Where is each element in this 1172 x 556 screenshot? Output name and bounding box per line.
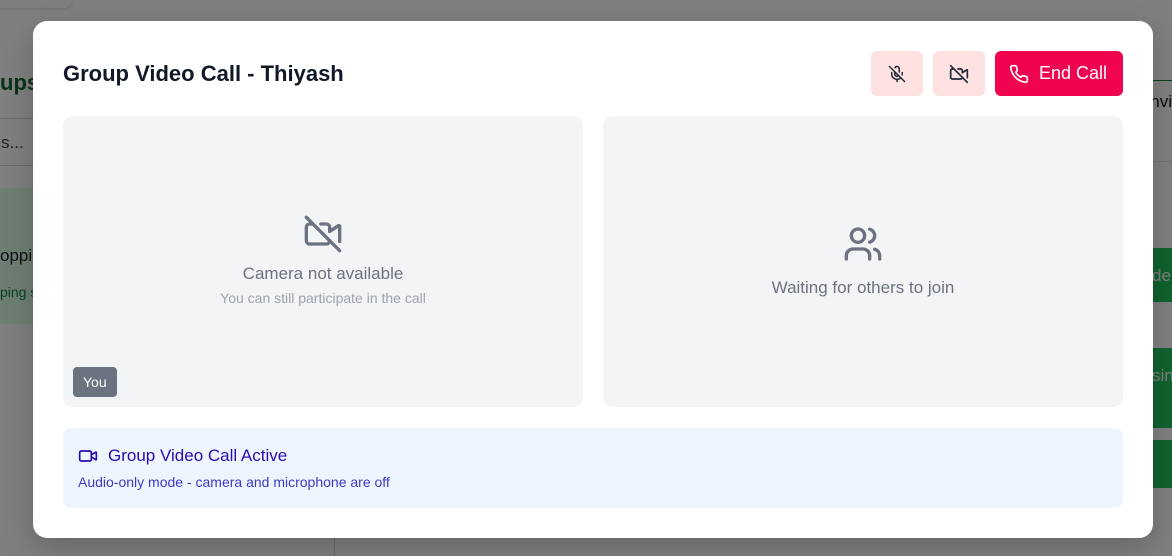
call-controls: End Call [870, 51, 1123, 96]
mic-off-icon [888, 65, 906, 82]
you-badge: You [73, 367, 117, 397]
video-off-icon [304, 215, 342, 253]
video-icon [78, 450, 98, 462]
camera-unavailable-text: Camera not available [242, 264, 404, 283]
participants-tile: Waiting for others to join [603, 116, 1123, 407]
end-call-label: End Call [1038, 63, 1107, 83]
self-video-placeholder: Camera not available You can still parti… [63, 214, 583, 306]
waiting-text: Waiting for others to join [771, 278, 955, 297]
waiting-placeholder: Waiting for others to join [603, 224, 1123, 298]
video-off-icon [949, 64, 969, 83]
phone-icon [1009, 64, 1029, 83]
video-call-modal: Group Video Call - Thiyash End Call Came… [33, 21, 1153, 538]
status-subtitle: Audio-only mode - camera and microphone … [78, 474, 390, 490]
status-header: Group Video Call Active [78, 446, 287, 466]
mute-microphone-button[interactable] [870, 51, 923, 96]
end-call-button[interactable]: End Call [994, 51, 1123, 96]
users-icon [844, 227, 882, 261]
modal-title: Group Video Call - Thiyash [63, 61, 344, 86]
status-title: Group Video Call Active [108, 446, 288, 465]
self-video-tile: Camera not available You can still parti… [63, 116, 583, 407]
call-status-banner: Group Video Call Active Audio-only mode … [63, 428, 1123, 508]
camera-unavailable-subtext: You can still participate in the call [220, 290, 426, 306]
toggle-camera-button[interactable] [932, 51, 985, 96]
